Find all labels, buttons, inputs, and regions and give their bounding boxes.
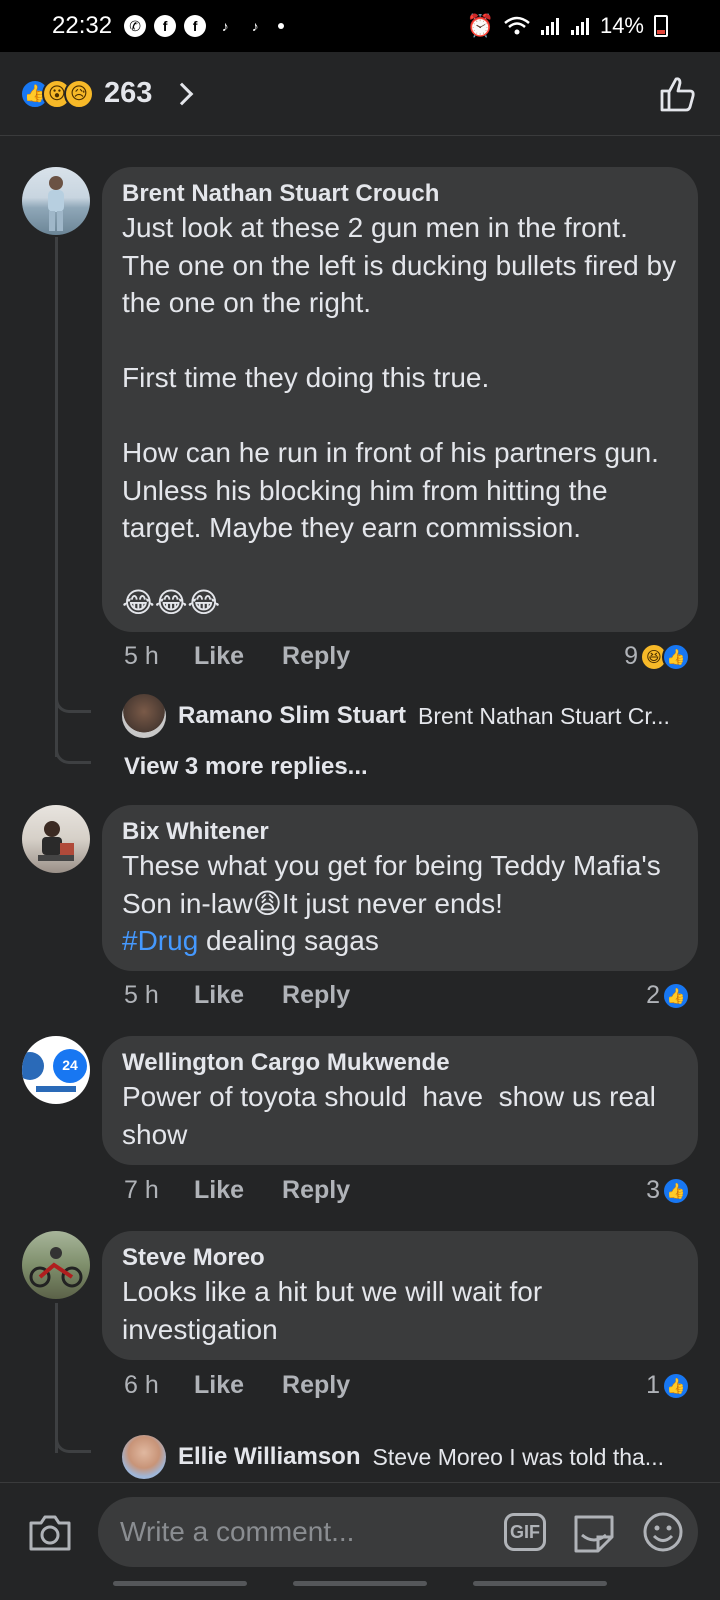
hashtag-link[interactable]: #Drug (122, 925, 198, 956)
notification-icons: ✆ f f ♪ ♪ (124, 15, 285, 37)
sad-reaction-icon: 😥 (64, 78, 94, 109)
comment-actions: 7 h Like Reply (124, 1176, 388, 1205)
reactions-header: 👍 😮 😥 263 (0, 52, 720, 136)
comment-bubble[interactable]: Bix Whitener These what you get for bein… (102, 805, 698, 971)
reply-connector (55, 744, 91, 764)
reaction-count: 1 (646, 1371, 660, 1399)
tiktok-icon: ♪ (251, 18, 259, 34)
avatar[interactable] (22, 167, 90, 235)
reply-button[interactable]: Reply (282, 981, 350, 1010)
reply-author[interactable]: Ellie Williamson (178, 1443, 361, 1471)
more-notifications-dot (278, 23, 285, 29)
gesture-bar (0, 1581, 720, 1586)
sticker-button[interactable] (572, 1511, 616, 1553)
comment-reactions[interactable]: 3 👍 (646, 1176, 690, 1205)
camera-button[interactable] (28, 1513, 72, 1553)
avatar[interactable]: 24 (22, 1036, 90, 1104)
whatsapp-icon: ✆ (124, 15, 147, 37)
gesture-pill (113, 1581, 247, 1586)
view-more-replies-link[interactable]: View 3 more replies... (124, 753, 368, 781)
comment-reactions[interactable]: 2 👍 (646, 981, 690, 1010)
comment-time[interactable]: 5 h (124, 981, 194, 1010)
status-time: 22:32 (52, 12, 113, 39)
like-reaction-icon: 👍 (662, 1176, 690, 1205)
reply-button[interactable]: Reply (282, 642, 350, 671)
reply-preview[interactable]: Ellie Williamson Steve Moreo I was told … (122, 1435, 690, 1479)
reaction-count: 3 (646, 1176, 660, 1204)
battery-icon (654, 15, 668, 37)
reply-connector (55, 1433, 91, 1453)
emoji-button[interactable] (642, 1511, 684, 1553)
comment-text: These what you get for being Teddy Mafia… (122, 847, 678, 960)
comment-text: Power of toyota should have show us real… (122, 1081, 664, 1150)
reply-button[interactable]: Reply (282, 1371, 350, 1400)
avatar[interactable] (22, 805, 90, 873)
facebook-icon: f (184, 15, 207, 37)
gesture-pill (293, 1581, 427, 1586)
reply-snippet: Steve Moreo I was told tha... (372, 1443, 664, 1470)
comment-bubble[interactable]: Steve Moreo Looks like a hit but we will… (102, 1231, 698, 1360)
smiley-icon (643, 1512, 683, 1552)
tiktok-icon: ♪ (221, 18, 229, 34)
reply-button[interactable]: Reply (282, 1176, 350, 1205)
status-bar: 22:32 ✆ f f ♪ ♪ ⏰ 14% (0, 0, 720, 52)
comment-bubble[interactable]: Brent Nathan Stuart Crouch Just look at … (102, 167, 698, 632)
comment-composer: GIF (0, 1482, 720, 1600)
thread-line (55, 1303, 58, 1453)
comment-text: Just look at these 2 gun men in the fron… (122, 212, 677, 618)
comment-text-part: dealing sagas (198, 925, 379, 956)
svg-text:24: 24 (62, 1057, 78, 1073)
like-button[interactable]: Like (194, 1371, 244, 1400)
comment-time[interactable]: 7 h (124, 1176, 194, 1205)
comment-text-part: These what you get for being Teddy Mafia… (122, 850, 661, 919)
gesture-pill (473, 1581, 607, 1586)
reaction-count[interactable]: 263 (104, 77, 152, 110)
like-reaction-icon: 👍 (662, 642, 690, 671)
comment-actions: 6 h Like Reply (124, 1371, 388, 1400)
gif-button[interactable]: GIF (504, 1513, 546, 1551)
alarm-icon: ⏰ (466, 13, 494, 38)
comment-author[interactable]: Wellington Cargo Mukwende (122, 1048, 678, 1078)
reaction-count: 9 (624, 642, 638, 670)
signal-icon (540, 18, 559, 35)
comment-reactions[interactable]: 9 😆 👍 (624, 642, 690, 671)
like-button[interactable]: Like (194, 642, 244, 671)
system-icons: ⏰ 14% (467, 13, 668, 39)
like-reaction-icon: 👍 (662, 1371, 690, 1400)
comment-reactions[interactable]: 1 👍 (646, 1371, 690, 1400)
reply-author[interactable]: Ramano Slim Stuart (178, 702, 406, 730)
camera-icon (29, 1515, 71, 1551)
avatar[interactable] (22, 1231, 90, 1299)
reply-connector (55, 693, 91, 713)
comments-list[interactable]: Brent Nathan Stuart Crouch Just look at … (0, 137, 720, 1482)
comment-author[interactable]: Brent Nathan Stuart Crouch (122, 179, 678, 209)
avatar[interactable] (122, 694, 166, 738)
comment-time[interactable]: 6 h (124, 1371, 194, 1400)
facebook-icon: f (154, 15, 177, 37)
battery-level: 14% (599, 13, 644, 38)
like-button[interactable]: Like (194, 1176, 244, 1205)
comment-author[interactable]: Steve Moreo (122, 1243, 678, 1273)
sticker-icon (574, 1515, 614, 1553)
comment-actions: 5 h Like Reply (124, 642, 388, 671)
comment-time[interactable]: 5 h (124, 642, 194, 671)
comment-actions: 5 h Like Reply (124, 981, 388, 1010)
like-reaction-icon: 👍 (662, 981, 690, 1010)
like-button[interactable]: Like (194, 981, 244, 1010)
like-post-button[interactable] (656, 72, 700, 116)
chevron-right-icon[interactable] (171, 82, 194, 105)
reaction-count: 2 (646, 981, 660, 1009)
signal-icon (570, 18, 589, 35)
reactions-summary[interactable]: 👍 😮 😥 (20, 78, 94, 109)
reply-preview[interactable]: Ramano Slim Stuart Brent Nathan Stuart C… (122, 694, 690, 738)
avatar[interactable] (122, 1435, 166, 1479)
comment-bubble[interactable]: Wellington Cargo Mukwende Power of toyot… (102, 1036, 698, 1165)
wifi-icon (504, 16, 530, 35)
thread-line (55, 237, 58, 757)
reply-snippet: Brent Nathan Stuart Cr... (418, 702, 670, 729)
comment-author[interactable]: Bix Whitener (122, 817, 678, 847)
comment-text: Looks like a hit but we will wait for in… (122, 1276, 550, 1345)
thumbs-up-icon (660, 76, 695, 111)
